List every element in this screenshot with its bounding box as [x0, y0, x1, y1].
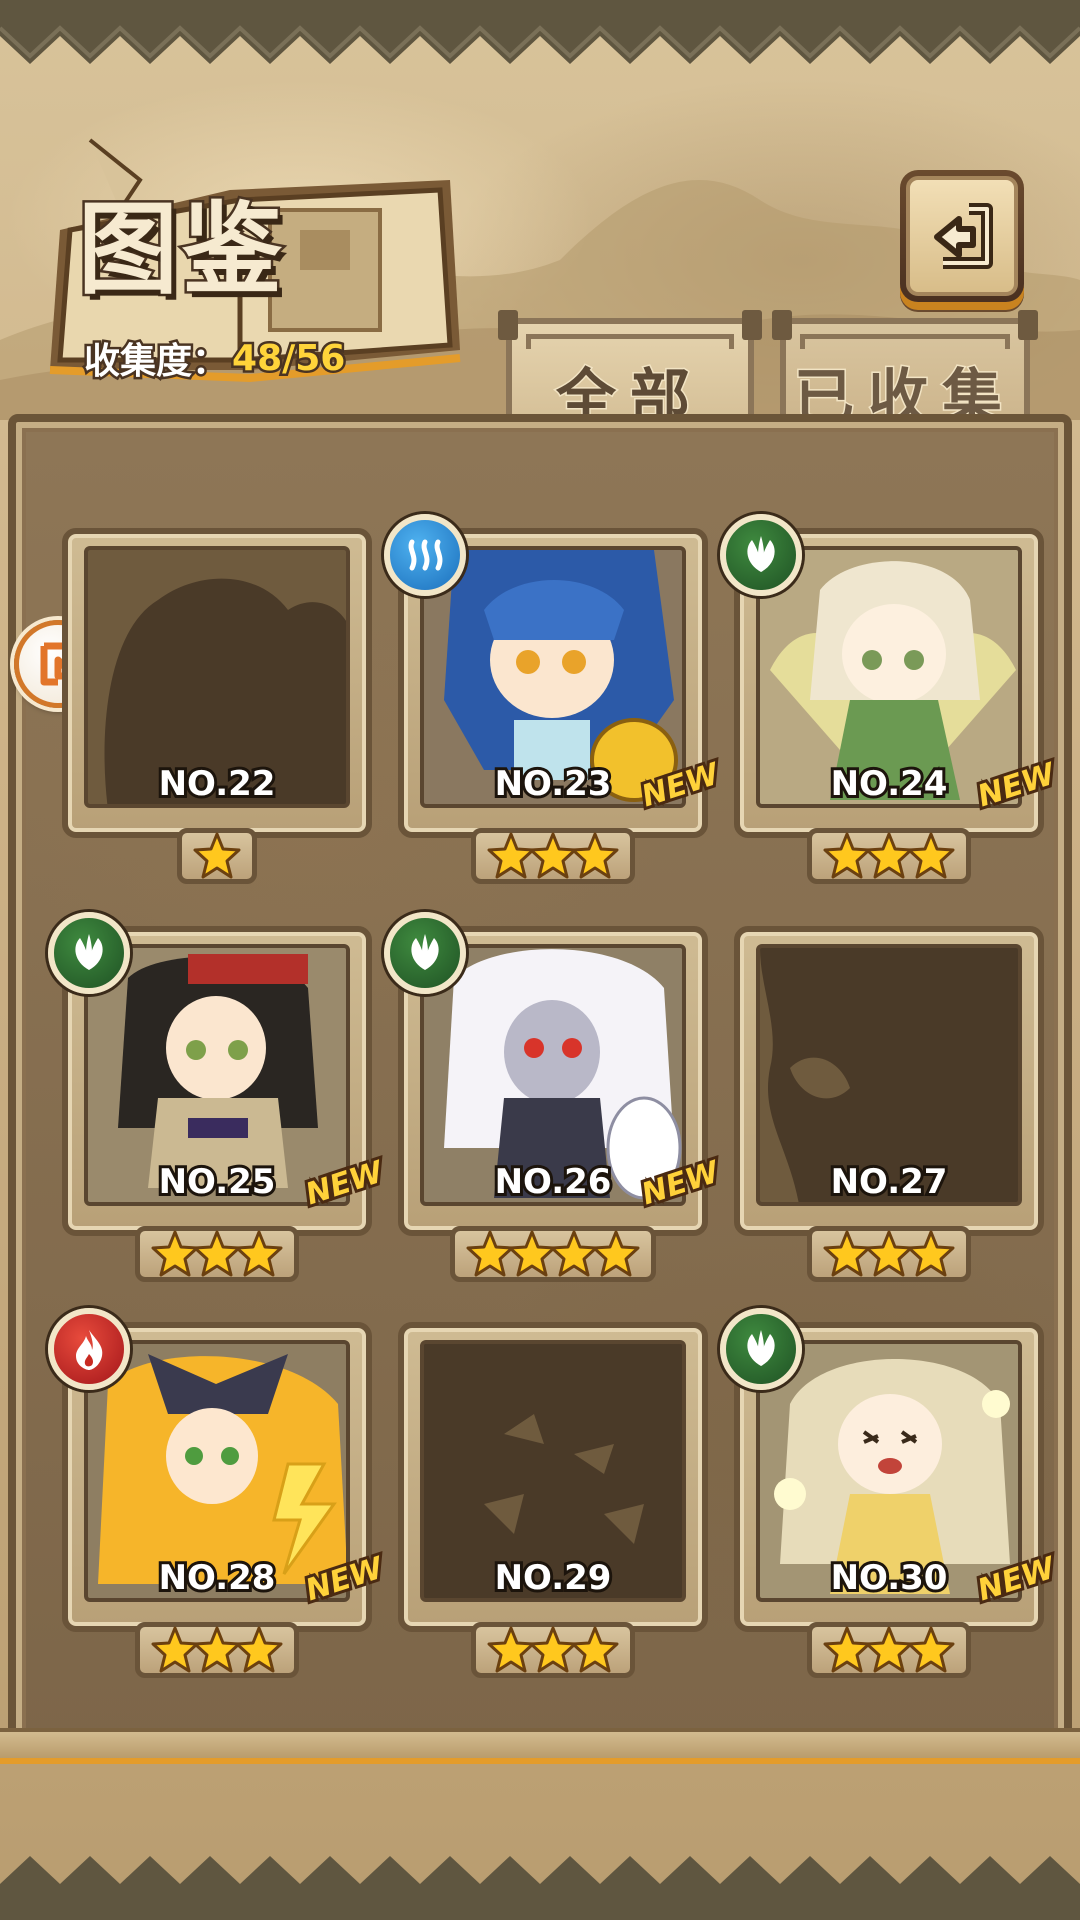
star-rating: [807, 1622, 971, 1678]
star-icon: [592, 1230, 640, 1277]
nature-element-badge: [720, 1308, 802, 1390]
card-number: NO.22: [156, 761, 279, 807]
card-no-30[interactable]: NO.30 NEW: [720, 1308, 1062, 1678]
star-rating: [450, 1226, 656, 1282]
fire-element-badge: [48, 1308, 130, 1390]
star-icon: [907, 832, 955, 879]
card-no-29[interactable]: NO.29: [398, 1322, 708, 1678]
collection-label: 收集度：: [81, 339, 230, 385]
nature-element-badge: [720, 514, 802, 596]
star-rating: [471, 828, 635, 884]
panel-bottom-bar: [0, 1728, 1080, 1764]
collection-count: 48/56: [230, 335, 348, 381]
card-no-23[interactable]: NO.23 NEW: [384, 514, 726, 884]
page-title: 图鉴: [76, 188, 286, 311]
nature-element-badge: [48, 912, 130, 994]
water-element-badge: [384, 514, 466, 596]
bottom-zigzag-border: [0, 1856, 1080, 1920]
card-no-28[interactable]: NO.28 NEW: [48, 1308, 390, 1678]
card-no-22[interactable]: NO.22: [62, 528, 372, 884]
star-icon: [235, 1230, 283, 1277]
star-icon: [235, 1626, 283, 1673]
back-button[interactable]: [900, 170, 1024, 302]
card-no-24[interactable]: NO.24 NEW: [720, 514, 1062, 884]
star-icon: [571, 1626, 619, 1673]
star-rating: [471, 1622, 635, 1678]
star-icon: [907, 1626, 955, 1673]
nature-element-badge: [384, 912, 466, 994]
card-number: NO.27: [828, 1159, 951, 1205]
nature-leaf-element-icon: [747, 536, 775, 572]
fire-element-icon: [76, 1330, 103, 1370]
star-rating: [807, 828, 971, 884]
star-rating: [177, 828, 257, 884]
card-number: NO.29: [492, 1555, 615, 1601]
star-rating: [135, 1622, 299, 1678]
card-no-27[interactable]: NO.27: [734, 926, 1044, 1282]
top-zigzag-border: [0, 0, 1080, 64]
card-no-26[interactable]: NO.26 NEW: [384, 912, 726, 1282]
nature-leaf-element-icon: [411, 934, 439, 970]
back-return-icon: [934, 203, 993, 269]
water-element-icon: [408, 539, 443, 571]
star-rating: [807, 1226, 971, 1282]
star-rating: [135, 1226, 299, 1282]
card-no-25[interactable]: NO.25 NEW: [48, 912, 390, 1282]
nature-leaf-element-icon: [75, 934, 103, 970]
star-icon: [193, 832, 241, 879]
nature-leaf-element-icon: [747, 1330, 775, 1366]
star-icon: [571, 832, 619, 879]
star-icon: [907, 1230, 955, 1277]
collection-progress: 收集度： 48/56: [81, 332, 348, 385]
